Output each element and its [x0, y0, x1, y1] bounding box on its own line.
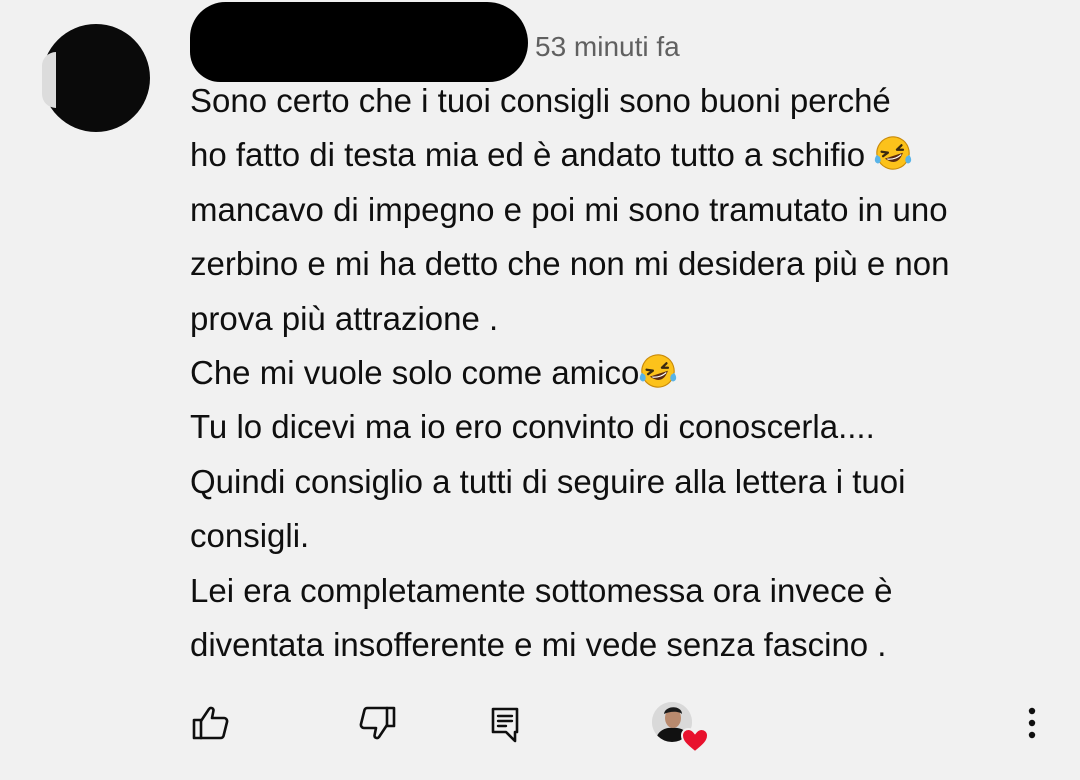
- more-options-button[interactable]: [1012, 700, 1052, 746]
- comment-text: Sono certo che i tuoi consigli sono buon…: [190, 74, 1070, 672]
- comment-timestamp[interactable]: 53 minuti fa: [535, 30, 680, 64]
- comment-line: prova più attrazione .: [190, 299, 499, 337]
- comment-line: Lei era completamente sottomessa ora inv…: [190, 571, 893, 609]
- thumbs-up-icon: [192, 706, 229, 740]
- comment-line: Tu lo dicevi ma io ero convinto di conos…: [190, 408, 875, 446]
- like-button[interactable]: [185, 700, 235, 746]
- comment-line: ho fatto di testa mia ed è andato tutto …: [190, 128, 1070, 182]
- comment-line: Che mi vuole solo come amico: [190, 346, 1070, 400]
- comment-line: mancavo di impegno e poi mi sono tramuta…: [190, 190, 948, 228]
- creator-heart-icon: [680, 727, 710, 754]
- reply-button[interactable]: [482, 700, 528, 750]
- thumbs-down-icon: [359, 706, 396, 740]
- creator-heart-badge: [650, 700, 712, 756]
- more-vert-icon: [1028, 707, 1036, 739]
- author-name-redacted: [190, 2, 528, 82]
- avatar[interactable]: [42, 24, 150, 132]
- comment-line: Quindi consiglio a tutti di seguire alla…: [190, 462, 906, 500]
- comment-line: zerbino e mi ha detto che non mi desider…: [190, 245, 950, 283]
- laughing-emoji-icon: [640, 354, 677, 388]
- laughing-emoji-icon: [875, 136, 912, 171]
- dislike-button[interactable]: [350, 700, 406, 746]
- avatar-edge: [42, 52, 56, 108]
- comment-line: diventata insofferente e mi vede senza f…: [190, 626, 887, 664]
- comment: 53 minuti fa Sono certo che i tuoi consi…: [0, 0, 1080, 780]
- comment-line: Sono certo che i tuoi consigli sono buon…: [190, 82, 891, 119]
- comment-line: consigli.: [190, 517, 310, 555]
- creator-heart[interactable]: [650, 700, 712, 756]
- reply-comment-icon: [491, 707, 519, 743]
